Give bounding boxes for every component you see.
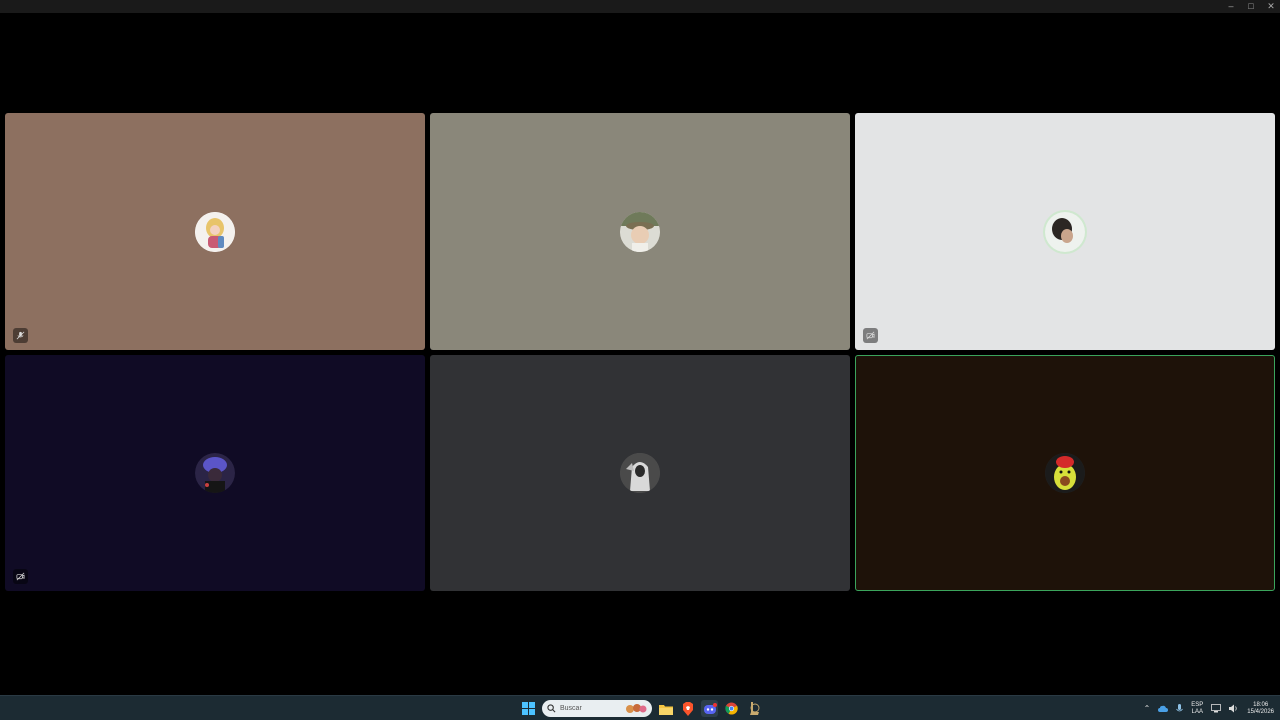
taskbar-search[interactable]: Buscar [542,700,652,717]
participant-avatar[interactable] [195,453,235,493]
avatar-anime-blonde-icon [195,211,235,252]
start-icon[interactable] [520,700,537,717]
camera-off-icon [13,569,28,584]
participant-avatar[interactable] [195,211,235,252]
taskbar-apps: Buscar [520,699,762,718]
chevron-up-icon[interactable]: ⌃ [1144,704,1151,713]
participant-avatar[interactable] [620,453,660,493]
file-explorer-icon[interactable] [657,700,674,717]
participant-tile[interactable] [855,113,1275,350]
network-icon[interactable] [1211,704,1222,713]
close-icon[interactable]: ✕ [1266,1,1276,11]
search-highlight-icon [626,704,647,713]
avatar-blue-hands-icon [195,453,235,493]
onedrive-icon[interactable] [1158,705,1169,713]
keyboard-language[interactable]: ESP LAA [1191,702,1203,716]
video-grid [0,13,1280,695]
brave-browser-icon[interactable] [679,700,696,717]
minimize-icon[interactable]: – [1226,1,1236,11]
participant-tile-speaking[interactable] [855,355,1275,591]
participant-tile[interactable] [430,355,850,591]
microphone-icon[interactable] [1176,703,1184,714]
system-tray: ⌃ ESP LAA 18:06 15/4/2026 [1144,698,1274,719]
league-client-icon[interactable] [745,700,762,717]
participant-avatar[interactable] [1045,453,1085,493]
avatar-avocado-icon [1045,453,1085,493]
participant-avatar[interactable] [1045,211,1085,252]
maximize-icon[interactable]: □ [1246,1,1256,11]
avatar-ghost-icon [620,453,660,493]
participant-tile[interactable] [5,113,425,350]
window-controls: – □ ✕ [1226,1,1276,11]
camera-off-icon [863,328,878,343]
mic-muted-icon [13,328,28,343]
search-placeholder: Buscar [560,705,582,712]
participant-avatar[interactable] [620,211,660,252]
avatar-dark-hair-icon [1045,211,1085,252]
clock[interactable]: 18:06 15/4/2026 [1247,702,1274,716]
discord-icon[interactable] [701,700,718,717]
avatar-man-hat-icon [620,211,660,252]
chrome-icon[interactable] [723,700,740,717]
volume-icon[interactable] [1229,704,1239,713]
participant-tile[interactable] [430,113,850,350]
participant-tile[interactable] [5,355,425,591]
search-icon [547,704,556,713]
taskbar: Buscar ⌃ ESP LAA 18:06 15/4/2026 [0,695,1280,720]
window-titlebar: – □ ✕ [0,0,1280,13]
